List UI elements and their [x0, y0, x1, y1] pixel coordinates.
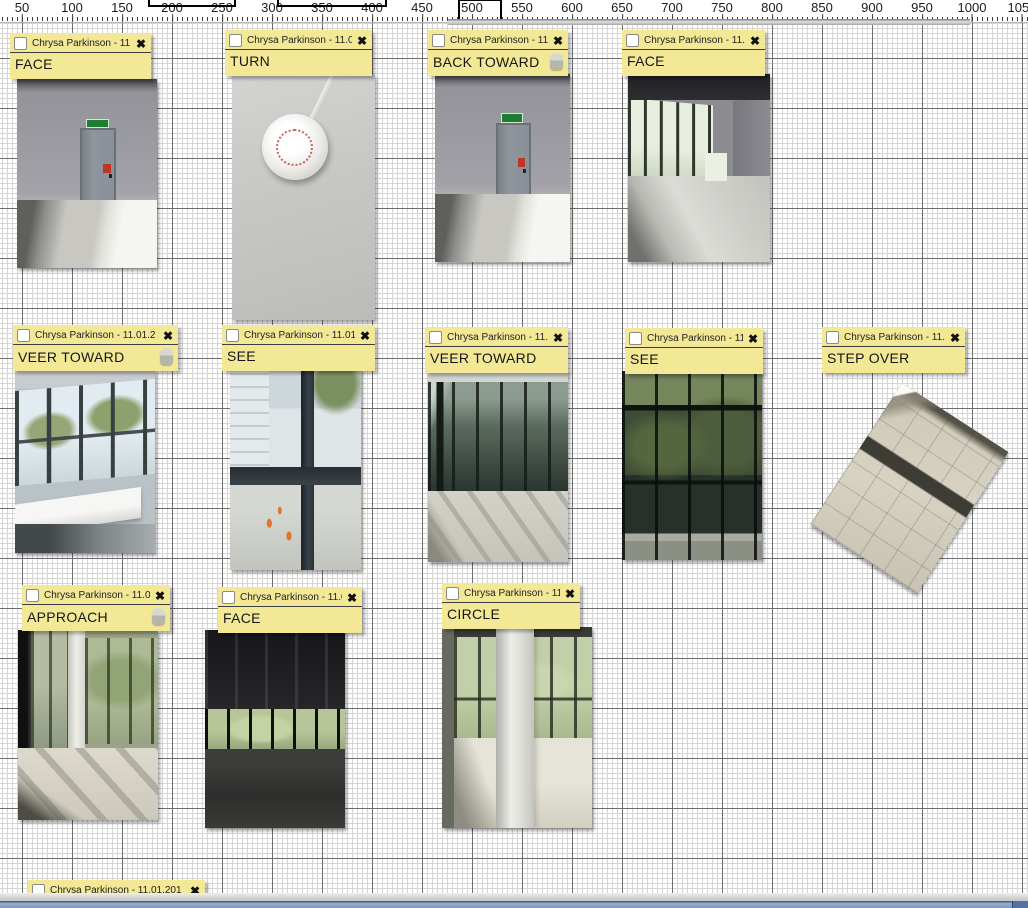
annotation-card[interactable]: Chrysa Parkinson - 11. ✖ CIRCLE: [442, 583, 580, 629]
ruler-label: 950: [911, 0, 933, 15]
close-icon[interactable]: ✖: [136, 38, 146, 50]
annotation-card[interactable]: Chrysa Parkinson - 11 ✖ SEE: [625, 328, 763, 374]
card-checkbox[interactable]: [17, 329, 30, 342]
ruler-label: 450: [411, 0, 433, 15]
ruler-label: 650: [611, 0, 633, 15]
horizontal-scrollbar-end-cap[interactable]: [1012, 901, 1028, 908]
close-icon[interactable]: ✖: [155, 590, 165, 602]
card-action-label: FACE: [15, 56, 53, 72]
photo-thumbnail[interactable]: [628, 74, 770, 262]
card-action-label: VEER TOWARD: [430, 350, 537, 366]
ruler-label: 750: [711, 0, 733, 15]
card-title: Chrysa Parkinson - 11.0: [447, 332, 548, 343]
photo-thumbnail[interactable]: [435, 74, 570, 262]
ruler-label: 1000: [958, 0, 987, 15]
ruler-label: 100: [61, 0, 83, 15]
audio-icon[interactable]: [160, 348, 173, 365]
close-icon[interactable]: ✖: [360, 330, 370, 342]
close-icon[interactable]: ✖: [565, 588, 575, 600]
photo-thumbnail[interactable]: [442, 627, 592, 828]
photo-thumbnail[interactable]: [17, 79, 157, 268]
card-title: Chrysa Parkinson - 11.01.2: [35, 330, 158, 341]
photo-thumbnail[interactable]: [622, 371, 762, 560]
annotation-card[interactable]: Chrysa Parkinson - 11.01. ✖ APPROACH: [22, 585, 170, 631]
card-action-label: FACE: [223, 610, 261, 626]
ruler-label: 600: [561, 0, 583, 15]
card-action-label: SEE: [227, 348, 256, 364]
photo-thumbnail[interactable]: [15, 370, 155, 553]
horizontal-scrollbar[interactable]: [0, 901, 1028, 908]
card-title: Chrysa Parkinson - 11.0: [247, 35, 352, 46]
close-icon[interactable]: ✖: [553, 35, 563, 47]
card-checkbox[interactable]: [626, 34, 639, 47]
card-title: Chrysa Parkinson - 11.0: [240, 592, 342, 603]
card-action-label: APPROACH: [27, 609, 108, 625]
card-title: Chrysa Parkinson - 11.01.2: [244, 330, 355, 341]
close-icon[interactable]: ✖: [748, 333, 758, 345]
annotation-card[interactable]: Chrysa Parkinson - 11.01.2 ✖ VEER TOWARD: [13, 325, 178, 371]
card-checkbox[interactable]: [26, 589, 39, 602]
card-action-label: CIRCLE: [447, 606, 500, 622]
ruler-label: 50: [15, 0, 29, 15]
card-action-label: SEE: [630, 351, 659, 367]
card-title: Chrysa Parkinson - 11.: [450, 35, 548, 46]
ruler-label: 550: [511, 0, 533, 15]
clipped-top-box: [148, 0, 236, 7]
photo-thumbnail[interactable]: [205, 630, 345, 828]
audio-icon[interactable]: [152, 608, 165, 625]
card-action-label: FACE: [627, 53, 665, 69]
ruler-label: 1050: [1008, 0, 1028, 15]
ruler-label: 800: [761, 0, 783, 15]
card-title: Chrysa Parkinson - 11.: [32, 38, 131, 49]
card-checkbox[interactable]: [229, 34, 242, 47]
card-title: Chrysa Parkinson - 11: [647, 333, 743, 344]
ruler-label: 900: [861, 0, 883, 15]
card-checkbox[interactable]: [432, 34, 445, 47]
annotation-card[interactable]: Chrysa Parkinson - 11.0 ✖ FACE: [218, 587, 362, 633]
annotation-card[interactable]: Chrysa Parkinson - 11.0 ✖ VEER TOWARD: [425, 327, 568, 373]
annotation-card[interactable]: Chrysa Parkinson - 11.01.2 ✖ SEE: [222, 325, 375, 371]
clipped-top-box: [277, 0, 387, 7]
horizontal-guide-bar: [448, 19, 970, 25]
card-checkbox[interactable]: [446, 587, 459, 600]
close-icon[interactable]: ✖: [357, 35, 367, 47]
card-action-label: VEER TOWARD: [18, 349, 125, 365]
card-action-label: TURN: [230, 53, 270, 69]
annotation-card[interactable]: Chrysa Parkinson - 11.0 ✖ STEP OVER: [822, 327, 965, 373]
card-checkbox[interactable]: [629, 332, 642, 345]
close-icon[interactable]: ✖: [163, 330, 173, 342]
card-title: Chrysa Parkinson - 11.: [464, 588, 560, 599]
photo-thumbnail[interactable]: [428, 371, 568, 562]
annotation-card[interactable]: Chrysa Parkinson - 11.0 ✖ TURN: [225, 30, 372, 76]
close-icon[interactable]: ✖: [347, 592, 357, 604]
card-checkbox[interactable]: [429, 331, 442, 344]
photo-thumbnail[interactable]: [230, 368, 361, 570]
close-icon[interactable]: ✖: [950, 332, 960, 344]
scrollbar-track-strip: [0, 893, 1028, 901]
card-title: Chrysa Parkinson - 11.0: [844, 332, 945, 343]
annotation-card[interactable]: Chrysa Parkinson - 11. ✖ BACK TOWARD: [428, 30, 568, 76]
card-title: Chrysa Parkinson - 11.01.: [44, 590, 150, 601]
card-checkbox[interactable]: [226, 329, 239, 342]
photo-thumbnail[interactable]: [232, 75, 375, 320]
photo-thumbnail[interactable]: [18, 630, 158, 820]
card-action-label: BACK TOWARD: [433, 54, 540, 70]
annotation-card[interactable]: Chrysa Parkinson - 11. ✖ FACE: [10, 33, 151, 79]
ruler-label: 700: [661, 0, 683, 15]
annotation-card[interactable]: Chrysa Parkinson - 11. ✖ FACE: [622, 30, 765, 76]
workspace: 5010015020025030035040045050055060065070…: [0, 0, 1028, 908]
close-icon[interactable]: ✖: [553, 332, 563, 344]
card-checkbox[interactable]: [14, 37, 27, 50]
card-action-label: STEP OVER: [827, 350, 910, 366]
audio-icon[interactable]: [550, 53, 563, 70]
card-checkbox[interactable]: [222, 591, 235, 604]
close-icon[interactable]: ✖: [750, 35, 760, 47]
card-title: Chrysa Parkinson - 11.: [644, 35, 745, 46]
card-checkbox[interactable]: [826, 331, 839, 344]
ruler-label: 850: [811, 0, 833, 15]
ruler-label: 150: [111, 0, 133, 15]
